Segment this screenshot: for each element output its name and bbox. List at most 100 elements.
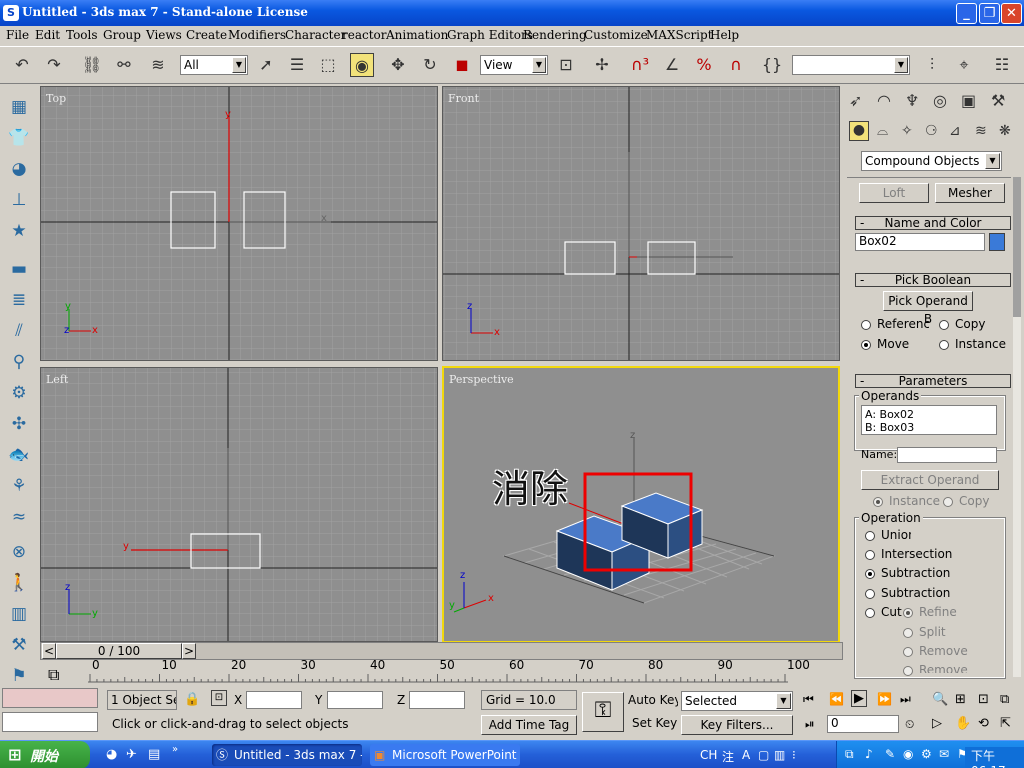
language-indicator[interactable]: CH xyxy=(700,748,717,762)
percent-snap-icon[interactable]: % xyxy=(692,53,716,77)
ime-options-icon[interactable]: ⁝ xyxy=(792,748,796,762)
operand-name-field[interactable] xyxy=(897,447,997,463)
snaps-toggle-icon[interactable]: ∩³ xyxy=(628,53,652,77)
ime-mode-a-icon[interactable]: A xyxy=(742,748,750,762)
tray-app1-icon[interactable]: ✎ xyxy=(885,747,895,761)
angle-snap-icon[interactable]: ∠ xyxy=(660,53,684,77)
radio-cut[interactable] xyxy=(865,608,875,618)
ragdoll-icon[interactable]: ⊗ xyxy=(7,540,31,564)
pick-operand-b-button[interactable]: Pick Operand B xyxy=(883,291,973,326)
operand-b[interactable]: B: Box03 xyxy=(865,421,993,434)
radio-subtraction-ab[interactable] xyxy=(865,569,875,579)
toy-car-icon[interactable]: ⚙ xyxy=(7,381,31,405)
maxscript-listener-mini[interactable] xyxy=(2,688,98,708)
y-coordinate-field[interactable] xyxy=(327,691,383,709)
goto-start-icon[interactable]: ⏮ xyxy=(803,692,814,707)
reference-coordinate-dropdown[interactable]: View ▼ xyxy=(480,55,548,75)
category-dropdown[interactable]: Compound Objects ▼ xyxy=(861,151,1002,171)
lights-icon[interactable]: ✧ xyxy=(901,123,913,139)
quicklaunch-more-icon[interactable]: » xyxy=(172,744,178,755)
dashpot-icon[interactable]: ⫽ xyxy=(7,319,31,343)
maxscript-output-mini[interactable] xyxy=(2,712,98,732)
rigid-body-icon[interactable]: ▦ xyxy=(7,95,31,119)
goto-end-icon[interactable]: ⏭ xyxy=(900,692,911,707)
quicklaunch-doc-icon[interactable]: ▤ xyxy=(148,747,160,762)
x-coordinate-field[interactable] xyxy=(246,691,302,709)
menu-help[interactable]: Help xyxy=(710,28,739,42)
object-color-swatch[interactable] xyxy=(989,233,1005,251)
loft-button[interactable]: Loft xyxy=(859,183,929,203)
time-config-icon[interactable]: ⏲ xyxy=(905,717,914,732)
water-icon[interactable]: ≈ xyxy=(7,505,31,529)
name-and-color-rollout[interactable]: - Name and Color xyxy=(855,216,1011,230)
edit-named-selection-icon[interactable]: {} xyxy=(760,53,784,77)
plane-icon[interactable]: ▬ xyxy=(7,257,31,281)
radio-reference[interactable] xyxy=(861,320,871,330)
hinge-icon[interactable]: 🚶 xyxy=(7,571,31,595)
viewport-perspective[interactable]: 消除 z x y z Perspective xyxy=(442,366,840,643)
time-slider-thumb[interactable]: 0 / 100 xyxy=(56,643,182,659)
window-crossing-icon[interactable]: ◉ xyxy=(350,53,374,77)
viewport-label-perspective[interactable]: Perspective xyxy=(449,373,514,386)
key-filters-button[interactable]: Key Filters... xyxy=(681,715,793,735)
cloth-icon[interactable]: 👕 xyxy=(7,126,31,150)
pivot-center-icon[interactable]: ⊡ xyxy=(554,53,578,77)
systems-icon[interactable]: ❋ xyxy=(999,123,1011,139)
absolute-mode-icon[interactable]: ⊡ xyxy=(211,690,227,706)
quicklaunch-app-icon[interactable]: ✈ xyxy=(126,747,137,762)
pick-boolean-rollout[interactable]: - Pick Boolean xyxy=(855,273,1011,287)
select-object-icon[interactable]: ➚ xyxy=(254,53,278,77)
zoom-extents-all-icon[interactable]: ⧉ xyxy=(1000,692,1009,707)
spinner-snap-icon[interactable]: ∩ xyxy=(724,53,748,77)
menu-views[interactable]: Views xyxy=(146,28,182,42)
extract-operand-button[interactable]: Extract Operand xyxy=(861,470,999,490)
wind-icon[interactable]: 🐟 xyxy=(7,443,31,467)
next-key-icon[interactable]: ⏩ xyxy=(877,692,892,706)
geometry-icon[interactable]: ● xyxy=(849,121,869,141)
viewport-label-front[interactable]: Front xyxy=(448,92,479,105)
current-frame-field[interactable]: 0 xyxy=(827,715,899,733)
next-frame-arrow[interactable]: > xyxy=(182,643,196,659)
viewport-label-top[interactable]: Top xyxy=(46,92,66,105)
menu-edit[interactable]: Edit xyxy=(35,28,60,42)
auto-key-button[interactable]: Auto Key xyxy=(628,693,678,711)
undo-icon[interactable]: ↶ xyxy=(10,53,34,77)
menu-animation[interactable]: Animation xyxy=(386,28,448,42)
radio-remove-outside[interactable] xyxy=(903,666,913,676)
key-mode-dropdown[interactable]: Selected ▼ xyxy=(681,691,793,711)
soft-body-icon[interactable]: ◕ xyxy=(7,157,31,181)
restore-button[interactable]: ❐ xyxy=(979,3,1000,24)
rope-icon[interactable]: ⊥ xyxy=(7,188,31,212)
display-tab-icon[interactable]: ▣ xyxy=(961,91,976,110)
add-time-tag-button[interactable]: Add Time Tag xyxy=(481,715,577,735)
minimize-button[interactable]: _ xyxy=(956,3,977,24)
hierarchy-tab-icon[interactable]: ♆ xyxy=(905,91,919,110)
operand-a[interactable]: A: Box02 xyxy=(865,408,993,421)
operands-list[interactable]: A: Box02 B: Box03 xyxy=(861,405,997,435)
task-powerpoint[interactable]: ▣ Microsoft PowerPoint ... xyxy=(370,744,520,766)
helpers-icon[interactable]: ⊿ xyxy=(949,123,961,139)
space-warps-icon[interactable]: ≋ xyxy=(975,123,987,139)
selection-filter-dropdown[interactable]: All ▼ xyxy=(180,55,248,75)
menu-create[interactable]: Create xyxy=(186,28,227,42)
menu-rendering[interactable]: Rendering xyxy=(523,28,587,42)
radio-intersection[interactable] xyxy=(865,550,875,560)
motor-icon[interactable]: ⚲ xyxy=(7,350,31,374)
radio-instance[interactable] xyxy=(939,340,949,350)
utilities-tab-icon[interactable]: ⚒ xyxy=(991,91,1005,110)
align-icon[interactable]: ⌖ xyxy=(952,53,976,77)
start-button[interactable]: ⊞ 開始 xyxy=(0,741,90,768)
menu-graph-editors[interactable]: Graph Editors xyxy=(447,28,533,42)
spring-icon[interactable]: ≣ xyxy=(7,288,31,312)
named-selection-dropdown[interactable]: ▼ xyxy=(792,55,910,75)
radio-move[interactable] xyxy=(861,340,871,350)
menu-character[interactable]: Character xyxy=(285,28,346,42)
select-manipulate-icon[interactable]: ✢ xyxy=(590,53,614,77)
radio-union[interactable] xyxy=(865,531,875,541)
3ds-max-icon[interactable]: S xyxy=(3,5,19,21)
bind-to-space-warp-icon[interactable]: ≋ xyxy=(146,53,170,77)
ime-toolbar-icon[interactable]: ▥ xyxy=(774,748,785,762)
menu-group[interactable]: Group xyxy=(103,28,141,42)
car-wheel-icon[interactable]: ⚑ xyxy=(7,664,31,688)
radio-extract-instance[interactable] xyxy=(873,497,883,507)
